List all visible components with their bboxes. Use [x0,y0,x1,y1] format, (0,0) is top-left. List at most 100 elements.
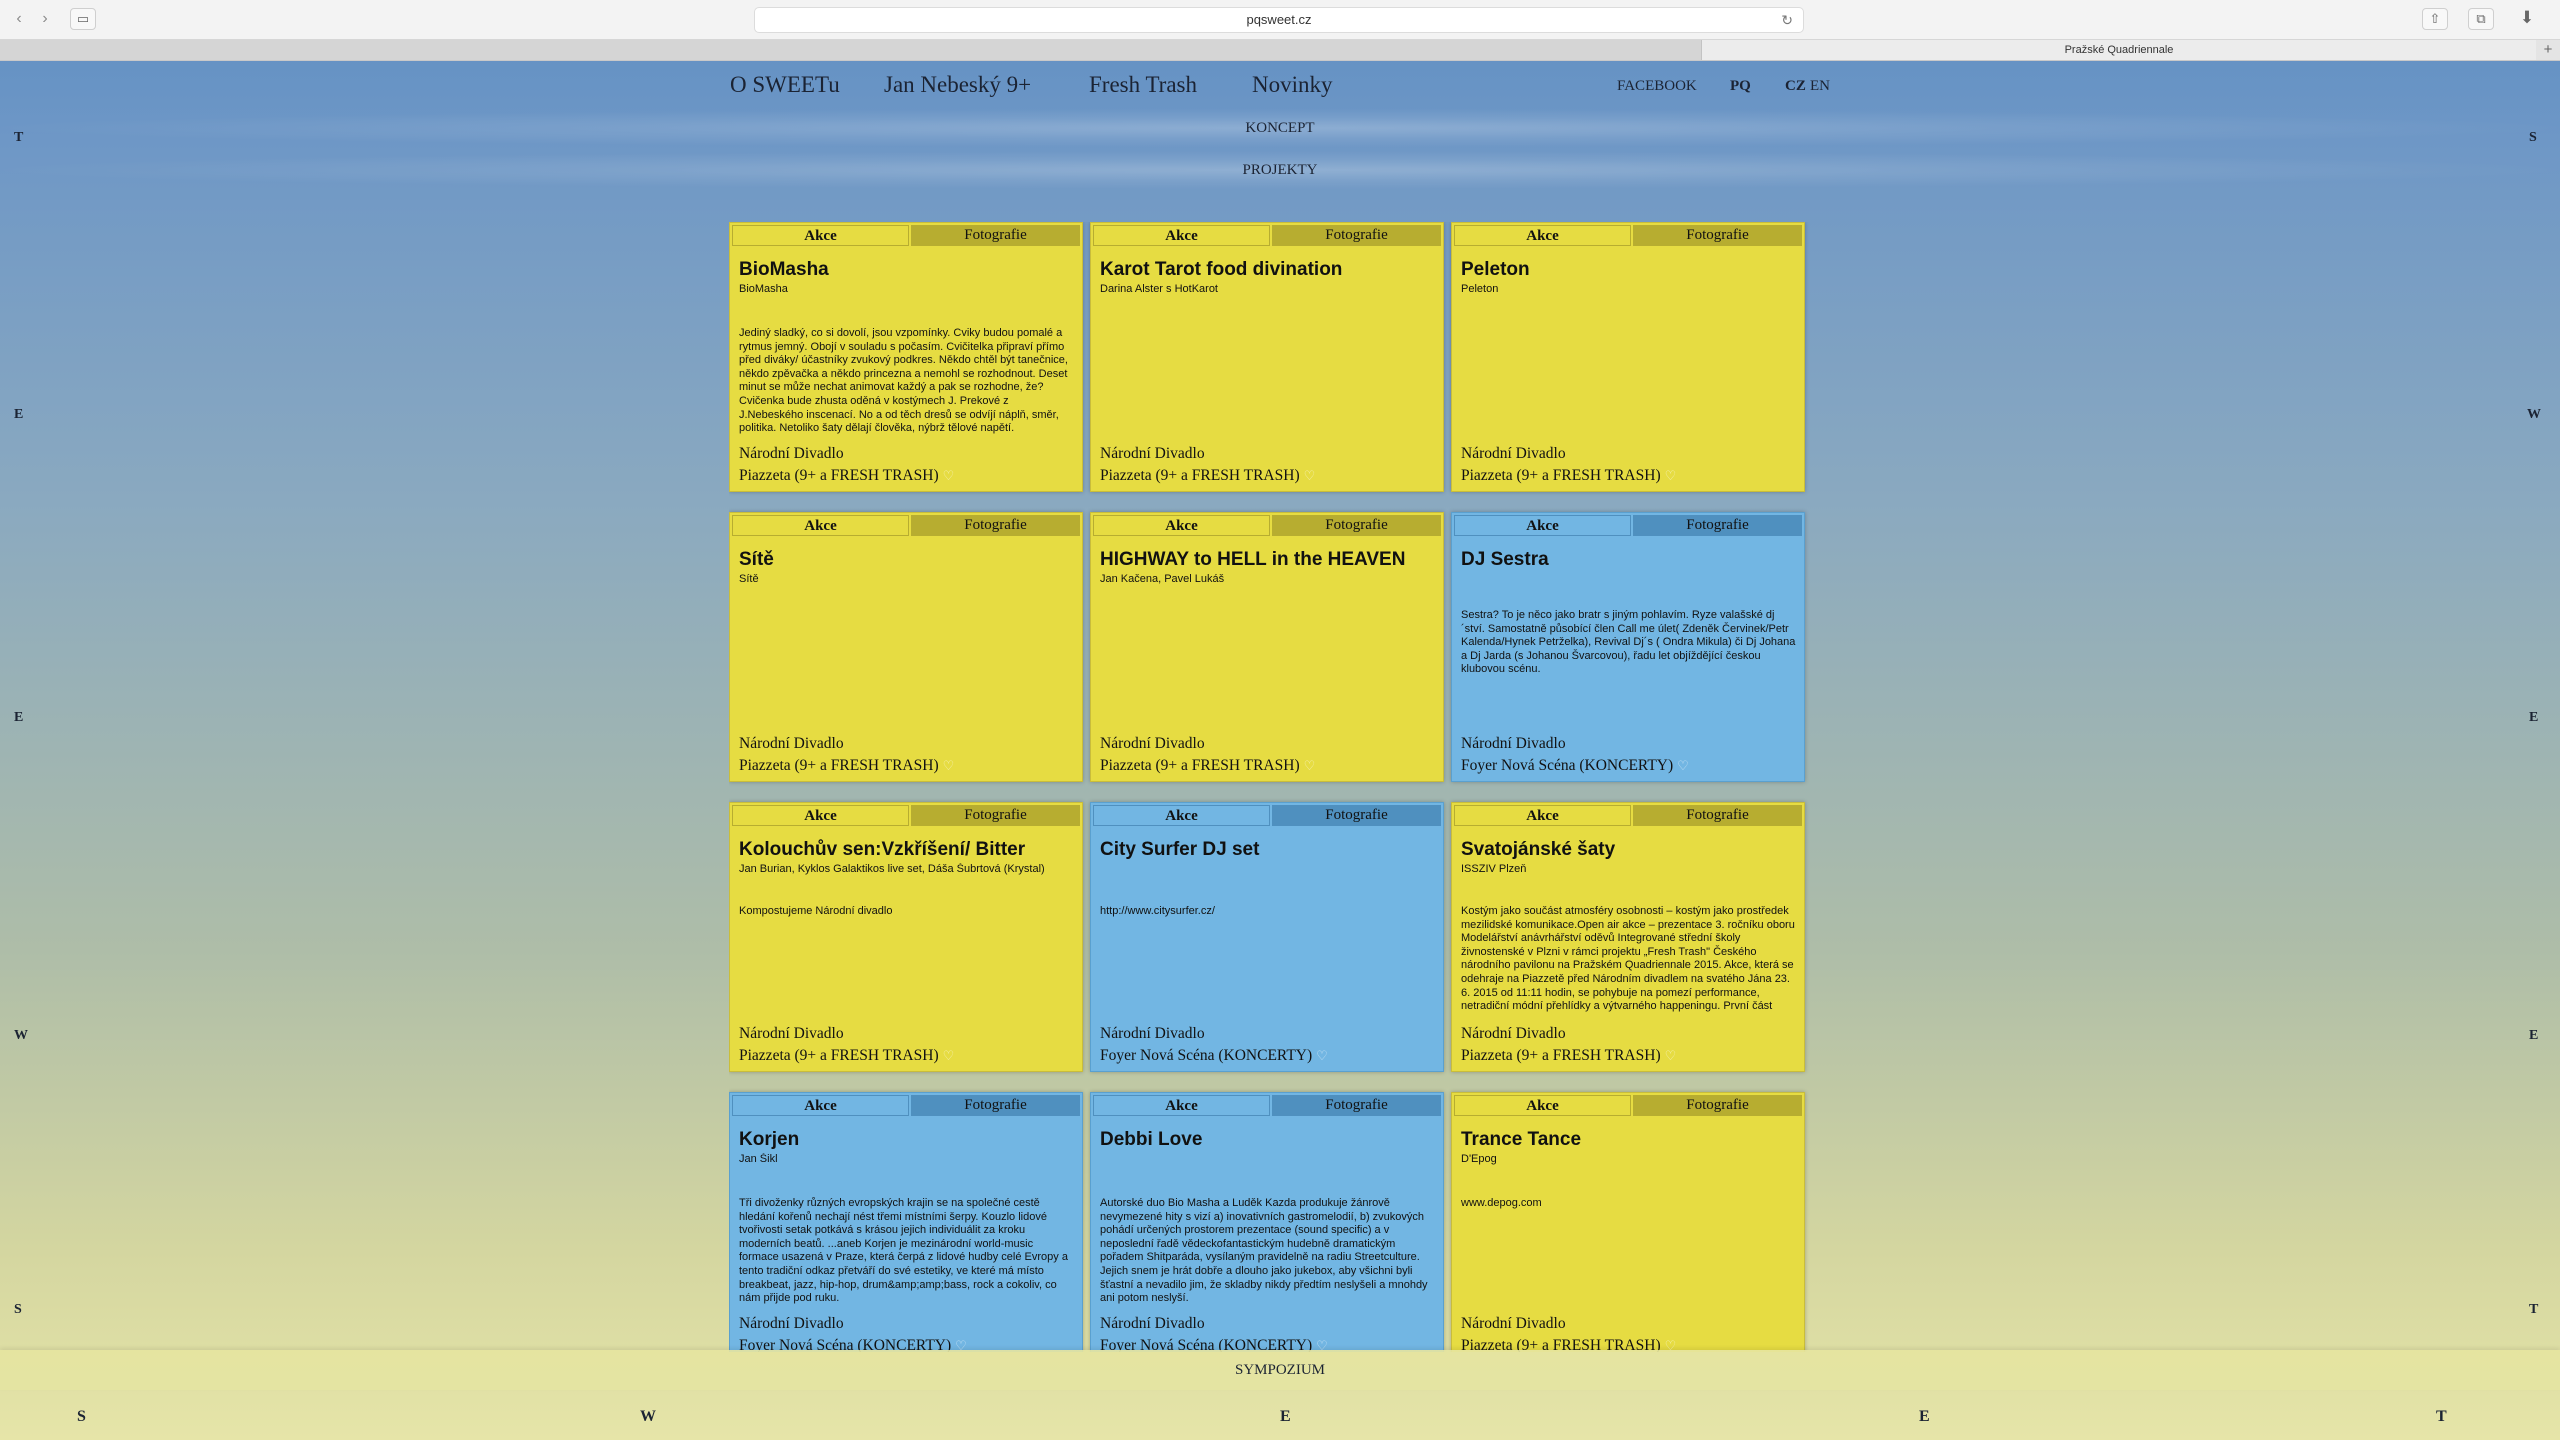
tab-akce[interactable]: Akce [732,515,909,536]
card-venue: Národní Divadlo [739,1025,844,1042]
tab-akce[interactable]: Akce [732,1095,909,1116]
tab-akce[interactable]: Akce [1093,515,1270,536]
project-card: Akce Fotografie Karot Tarot food divinati… [1090,222,1444,492]
card-title[interactable]: Karot Tarot food divination [1100,259,1435,281]
tab-akce[interactable]: Akce [1454,225,1631,246]
address-bar[interactable]: pqsweet.cz ↻ [754,7,1804,33]
tab-akce[interactable]: Akce [1093,805,1270,826]
lang-en-link[interactable]: EN [1810,78,1830,95]
card-author: Darina Alster s HotKarot [1100,283,1218,295]
section-projekty-label: PROJEKTY [1242,162,1318,178]
card-place-text: Piazzeta (9+ a FRESH TRASH) [739,757,939,774]
card-title[interactable]: Sítě [739,549,1074,571]
card-title[interactable]: Kolouchův sen:Vzkříšení/ Bitter [739,839,1074,861]
bottom-letter: S [77,1408,86,1425]
tab-fotografie[interactable]: Fotografie [1272,805,1441,826]
tab-akce[interactable]: Akce [1454,515,1631,536]
tab-akce[interactable]: Akce [1093,225,1270,246]
card-place-text: Foyer Nová Scéna (KONCERTY) [1461,757,1674,774]
tab-title: Pražské Quadriennale [2064,44,2174,56]
heart-icon[interactable]: ♡ [1665,468,1677,483]
card-title[interactable]: Debbi Love [1100,1129,1435,1151]
card-title[interactable]: Svatojánské šaty [1461,839,1796,861]
section-koncept[interactable]: KONCEPT [0,109,2560,147]
card-author: Jan Šikl [739,1153,778,1165]
section-sympozium[interactable]: SYMPOZIUM [0,1350,2560,1390]
project-card: Akce Fotografie Peleton Peleton Národní D… [1451,222,1805,492]
tab-fotografie[interactable]: Fotografie [1272,515,1441,536]
tab-fotografie[interactable]: Fotografie [911,1095,1080,1116]
heart-icon[interactable]: ♡ [1316,1048,1328,1063]
card-place-text: Piazzeta (9+ a FRESH TRASH) [1461,1047,1661,1064]
heart-icon[interactable]: ♡ [943,1048,955,1063]
card-description: Jediný sladký, co si dovolí, jsou vzpomí… [739,327,1068,435]
heart-icon[interactable]: ♡ [1304,758,1316,773]
heart-icon[interactable]: ♡ [943,468,955,483]
tab-fotografie[interactable]: Fotografie [1633,515,1802,536]
card-description [739,617,1074,735]
tab-inactive[interactable] [0,40,1702,60]
card-place-text: Piazzeta (9+ a FRESH TRASH) [739,467,939,484]
project-card: Akce Fotografie City Surfer DJ set http:/… [1090,802,1444,1072]
tab-fotografie[interactable]: Fotografie [911,225,1080,246]
card-place: Piazzeta (9+ a FRESH TRASH) ♡ [1461,1047,1676,1065]
card-title[interactable]: Trance Tance [1461,1129,1796,1151]
download-icon[interactable]: ⬇ [2514,8,2540,30]
card-venue: Národní Divadlo [1461,445,1566,462]
tab-fotografie[interactable]: Fotografie [1633,225,1802,246]
card-title[interactable]: BioMasha [739,259,1074,281]
nav-item-novinky[interactable]: Novinky [1252,72,1333,98]
card-title[interactable]: City Surfer DJ set [1100,839,1435,861]
tabs-overview-icon[interactable]: ⧉ [2468,8,2494,30]
tab-fotografie[interactable]: Fotografie [911,805,1080,826]
pq-logo-link[interactable]: PQ [1730,78,1751,95]
heart-icon[interactable]: ♡ [943,758,955,773]
card-author: Peleton [1461,283,1499,295]
tab-fotografie[interactable]: Fotografie [1272,1095,1441,1116]
tab-fotografie[interactable]: Fotografie [1272,225,1441,246]
tab-akce[interactable]: Akce [732,225,909,246]
project-card: Akce Fotografie DJ Sestra Sestra? To je n… [1451,512,1805,782]
side-letter-left: W [14,1028,28,1043]
bottom-letter: W [640,1408,656,1425]
bottom-letter: E [1280,1408,1291,1425]
card-title[interactable]: HIGHWAY to HELL in the HEAVEN [1100,549,1435,571]
back-icon[interactable]: ‹ [8,9,30,29]
card-venue: Národní Divadlo [1100,445,1205,462]
share-icon[interactable]: ⇧ [2422,8,2448,30]
projects-grid: Akce Fotografie BioMasha BioMasha Jediný … [729,222,1813,1352]
tab-akce[interactable]: Akce [1454,1095,1631,1116]
new-tab-button[interactable]: + [2536,40,2560,60]
section-projekty[interactable]: PROJEKTY [0,151,2560,189]
reload-icon[interactable]: ↻ [1781,8,1793,32]
card-place: Piazzeta (9+ a FRESH TRASH) ♡ [1100,757,1315,775]
bottom-letter: T [2436,1408,2447,1425]
card-title[interactable]: DJ Sestra [1461,549,1796,571]
section-koncept-label: KONCEPT [1245,120,1315,136]
tab-fotografie[interactable]: Fotografie [911,515,1080,536]
tab-active[interactable]: Pražské Quadriennale [1702,40,2536,60]
tab-fotografie[interactable]: Fotografie [1633,805,1802,826]
card-title[interactable]: Korjen [739,1129,1074,1151]
tab-fotografie[interactable]: Fotografie [1633,1095,1802,1116]
heart-icon[interactable]: ♡ [1665,1048,1677,1063]
card-author: Jan Kačena, Pavel Lukáš [1100,573,1225,585]
heart-icon[interactable]: ♡ [1677,758,1689,773]
forward-icon[interactable]: › [34,9,56,29]
card-place: Piazzeta (9+ a FRESH TRASH) ♡ [1461,467,1676,485]
tab-akce[interactable]: Akce [732,805,909,826]
url-text: pqsweet.cz [1246,12,1312,27]
card-description: Tři divoženky různých evropských krajin … [739,1197,1068,1305]
tab-akce[interactable]: Akce [1454,805,1631,826]
nav-item-fresh-trash[interactable]: Fresh Trash [1089,72,1197,98]
tab-akce[interactable]: Akce [1093,1095,1270,1116]
lang-cz-link[interactable]: CZ [1785,78,1806,95]
card-title[interactable]: Peleton [1461,259,1796,281]
card-description [1100,617,1435,735]
heart-icon[interactable]: ♡ [1304,468,1316,483]
nav-item-o-sweetu[interactable]: O SWEETu [730,72,840,98]
sidebar-icon[interactable]: ▭ [70,8,96,30]
nav-item-jan-nebesky[interactable]: Jan Nebeský 9+ [884,72,1031,98]
facebook-link[interactable]: FACEBOOK [1617,78,1697,95]
card-venue: Národní Divadlo [739,445,844,462]
